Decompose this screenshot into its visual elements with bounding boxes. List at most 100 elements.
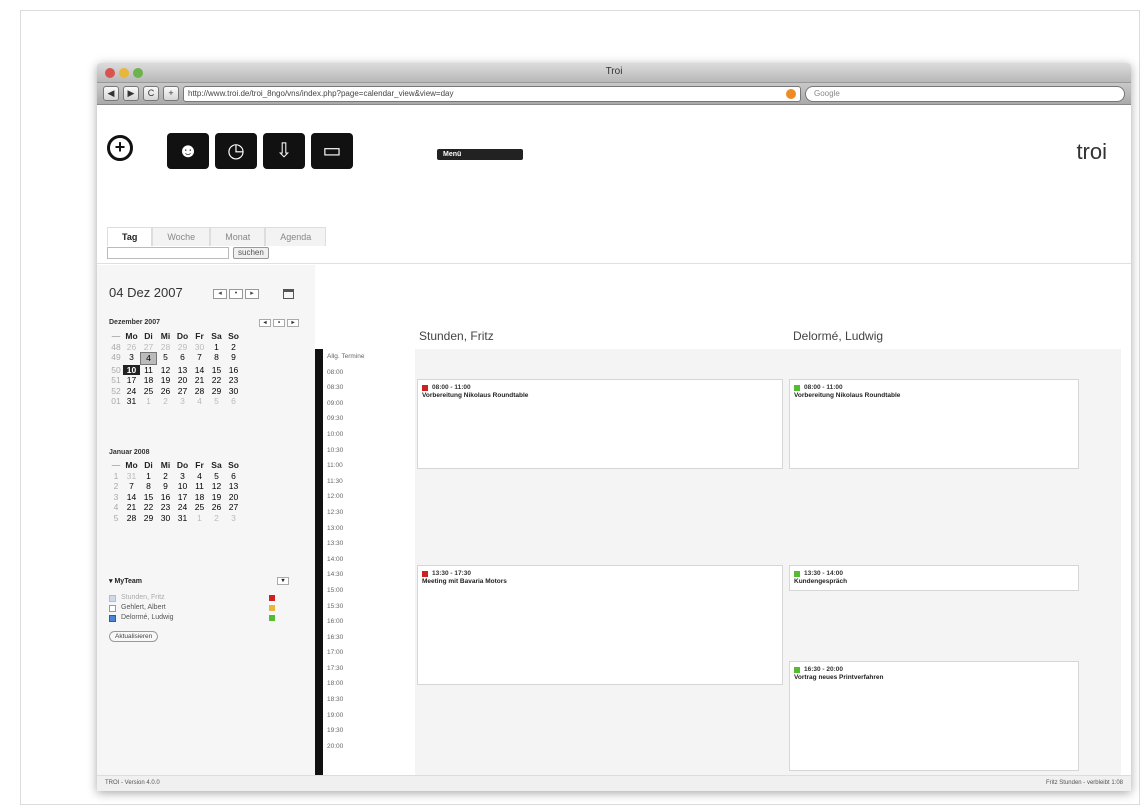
day-cell[interactable]: 2 [157,471,174,482]
event-card[interactable]: 08:00 - 11:00 Vorbereitung Nikolaus Roun… [789,379,1079,469]
day-cell[interactable]: 31 [123,396,140,407]
day-cell[interactable]: 7 [123,481,140,492]
day-cell[interactable]: 30 [157,513,174,524]
day-cell[interactable]: 1 [208,342,225,353]
day-cell[interactable]: 14 [191,365,208,376]
day-cell[interactable]: 12 [208,481,225,492]
sidebar-splitter[interactable] [315,349,323,775]
day-cell[interactable]: 12 [157,365,174,376]
tab-week[interactable]: Woche [152,227,211,246]
day-cell[interactable]: 25 [191,502,208,513]
event-card[interactable]: 13:30 - 14:00 Kundengespräch [789,565,1079,591]
day-cell[interactable]: 5 [208,396,225,407]
day-cell[interactable]: 6 [225,396,242,407]
day-cell[interactable]: 11 [140,365,157,376]
day-cell[interactable]: 15 [140,492,157,503]
day-cell[interactable]: 17 [123,375,140,386]
add-bookmark-button[interactable]: + [163,86,179,101]
day-cell[interactable]: 20 [225,492,242,503]
day-cell[interactable]: 10 [123,364,140,375]
users-icon[interactable]: ☻ [167,133,209,169]
refresh-team-button[interactable]: Aktualisieren [109,631,159,642]
rss-icon[interactable] [786,88,796,99]
download-icon[interactable]: ⇩ [263,133,305,169]
back-button[interactable]: ◀ [103,86,119,101]
day-cell[interactable]: 3 [123,352,140,365]
day-cell[interactable]: 24 [174,502,191,513]
current-month-button[interactable]: • [273,319,285,327]
day-cell[interactable]: 27 [225,502,242,513]
team-member[interactable]: Stunden, Fritz [109,593,289,603]
day-cell[interactable]: 31 [123,471,140,482]
day-cell[interactable]: 7 [191,352,208,365]
team-member[interactable]: Gehlert, Albert [109,603,289,613]
day-cell[interactable]: 29 [208,386,225,397]
clock-icon[interactable]: ◷ [215,133,257,169]
day-cell[interactable]: 16 [225,365,242,376]
search-input[interactable] [107,247,229,259]
day-cell[interactable]: 10 [174,481,191,492]
url-bar[interactable]: http://www.troi.de/troi_8ngo/vns/index.p… [183,85,801,102]
day-cell[interactable]: 1 [140,396,157,407]
day-cell[interactable]: 26 [123,342,140,353]
add-icon[interactable]: + [107,135,133,161]
day-cell[interactable]: 2 [208,513,225,524]
day-cell[interactable]: 31 [174,513,191,524]
day-cell[interactable]: 27 [174,386,191,397]
day-cell[interactable]: 5 [208,471,225,482]
prev-day-button[interactable]: ◂ [213,289,227,299]
menu-dropdown[interactable]: Menü [437,149,523,160]
week-number[interactable]: 52 [109,386,123,397]
week-number[interactable]: 51 [109,375,123,386]
day-cell[interactable]: 1 [140,471,157,482]
day-cell[interactable]: 23 [225,375,242,386]
day-cell[interactable]: 4 [140,352,157,365]
prev-month-button[interactable]: ◂ [259,319,271,327]
tab-day[interactable]: Tag [107,227,153,246]
event-card[interactable]: 08:00 - 11:00 Vorbereitung Nikolaus Roun… [417,379,783,469]
day-cell[interactable]: 26 [157,386,174,397]
day-cell[interactable]: 30 [225,386,242,397]
day-cell[interactable]: 5 [157,352,174,365]
week-number[interactable]: 49 [109,352,123,365]
day-cell[interactable]: 22 [140,502,157,513]
member-checkbox[interactable] [109,594,116,602]
tab-agenda[interactable]: Agenda [265,227,327,246]
day-cell[interactable]: 18 [191,492,208,503]
week-number[interactable]: 2 [109,481,123,492]
day-cell[interactable]: 3 [174,471,191,482]
myteam-menu-button[interactable]: ▾ [277,577,289,585]
day-cell[interactable]: 22 [208,375,225,386]
day-cell[interactable]: 14 [123,492,140,503]
folder-icon[interactable]: ▭ [311,133,353,169]
day-cell[interactable]: 30 [191,342,208,353]
day-cell[interactable]: 16 [157,492,174,503]
day-cell[interactable]: 21 [191,375,208,386]
day-cell[interactable]: 15 [208,365,225,376]
search-button[interactable]: suchen [233,247,269,259]
day-cell[interactable]: 28 [191,386,208,397]
today-button[interactable]: • [229,289,243,299]
day-cell[interactable]: 9 [157,481,174,492]
day-cell[interactable]: 3 [225,513,242,524]
day-cell[interactable]: 18 [140,375,157,386]
next-day-button[interactable]: ▸ [245,289,259,299]
day-cell[interactable]: 17 [174,492,191,503]
day-cell[interactable]: 8 [140,481,157,492]
day-cell[interactable]: 19 [208,492,225,503]
week-number[interactable]: 50 [109,365,123,376]
team-member[interactable]: Delormé, Ludwig [109,613,289,623]
day-cell[interactable]: 6 [225,471,242,482]
day-cell[interactable]: 29 [140,513,157,524]
day-cell[interactable]: 9 [225,352,242,365]
day-cell[interactable]: 21 [123,502,140,513]
week-number[interactable]: 1 [109,471,123,482]
google-search-input[interactable]: Google [805,85,1125,102]
day-cell[interactable]: 6 [174,352,191,365]
day-cell[interactable]: 29 [174,342,191,353]
day-cell[interactable]: 28 [123,513,140,524]
day-cell[interactable]: 1 [191,513,208,524]
day-cell[interactable]: 4 [191,396,208,407]
day-cell[interactable]: 20 [174,375,191,386]
day-cell[interactable]: 3 [174,396,191,407]
